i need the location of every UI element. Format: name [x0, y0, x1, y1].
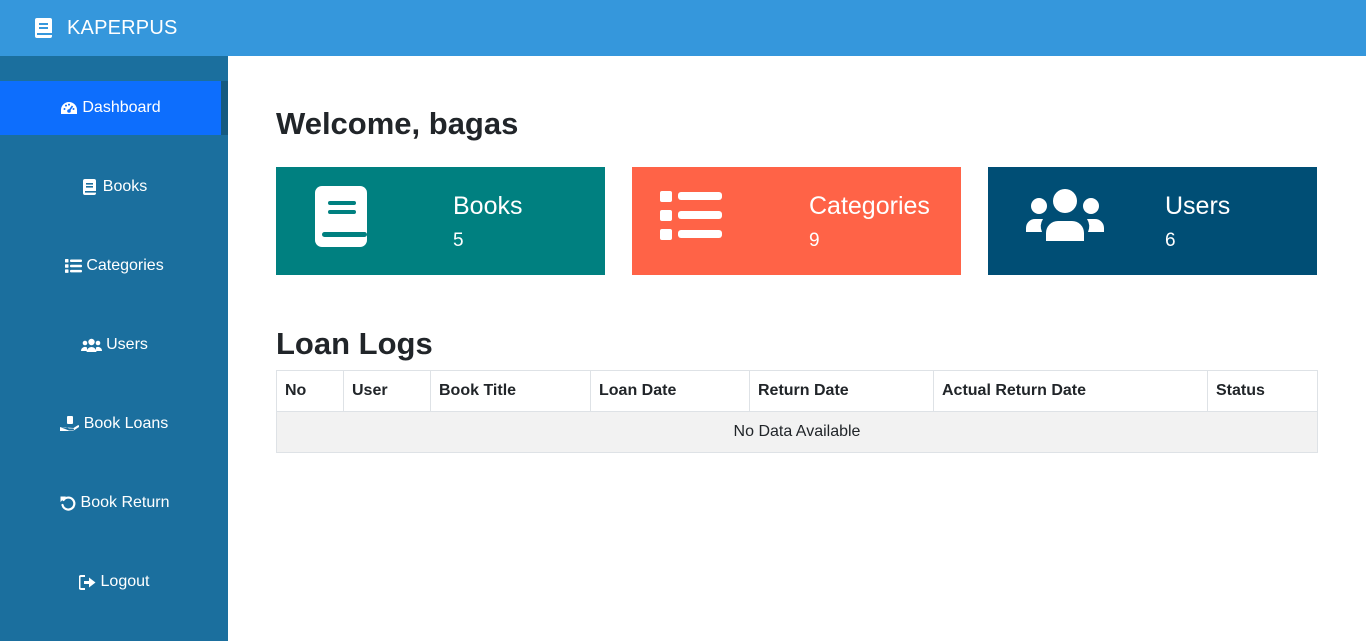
table-row: No Data Available [276, 411, 1318, 453]
sidebar-item-label: Book Loans [83, 415, 169, 432]
app-title[interactable]: KAPERPUS [67, 17, 178, 40]
sidebar: Dashboard Books Categories Users Book Lo… [0, 56, 228, 641]
card-title: Books [453, 192, 523, 220]
empty-table-message: No Data Available [276, 411, 1318, 453]
column-header: Status [1207, 370, 1318, 412]
sidebar-item-label: Dashboard [82, 99, 161, 116]
top-navbar: KAPERPUS [0, 0, 1366, 56]
loan-logs-table: No User Book Title Loan Date Return Date… [276, 370, 1318, 453]
card-title: Users [1165, 192, 1231, 220]
book-icon [302, 185, 382, 247]
sidebar-item-dashboard[interactable]: Dashboard [0, 81, 221, 135]
users-icon [1025, 185, 1105, 247]
sidebar-item-book-loans[interactable]: Book Loans [0, 397, 228, 451]
column-header: User [343, 370, 431, 412]
column-header: Loan Date [590, 370, 750, 412]
list-icon [651, 185, 731, 247]
sidebar-item-label: Users [106, 336, 148, 353]
page-title: Welcome, bagas [276, 106, 519, 141]
column-header: No [276, 370, 344, 412]
sidebar-item-books[interactable]: Books [0, 160, 228, 214]
active-indicator [221, 81, 228, 135]
column-header: Book Title [430, 370, 591, 412]
card-value: 9 [809, 230, 820, 251]
card-title: Categories [809, 192, 930, 220]
stat-card-books: Books 5 [276, 167, 605, 275]
section-title: Loan Logs [276, 326, 433, 361]
sidebar-item-categories[interactable]: Categories [0, 239, 228, 293]
column-header: Return Date [749, 370, 934, 412]
users-icon [80, 337, 102, 353]
stat-card-users: Users 6 [988, 167, 1317, 275]
logout-icon [79, 574, 97, 590]
list-icon [64, 258, 82, 274]
sidebar-item-label: Books [102, 178, 148, 195]
card-value: 5 [453, 230, 464, 251]
column-header: Actual Return Date [933, 370, 1208, 412]
hand-book-icon [60, 416, 80, 432]
sidebar-item-users[interactable]: Users [0, 318, 228, 372]
sidebar-item-label: Categories [86, 257, 164, 274]
book-icon [35, 18, 53, 38]
sidebar-item-label: Logout [100, 573, 150, 590]
stat-card-categories: Categories 9 [632, 167, 961, 275]
sidebar-item-book-return[interactable]: Book Return [0, 476, 228, 530]
book-icon [81, 179, 99, 195]
table-header-row: No User Book Title Loan Date Return Date… [276, 370, 1318, 412]
card-value: 6 [1165, 230, 1176, 251]
sidebar-item-label: Book Return [80, 494, 170, 511]
undo-icon [59, 495, 77, 511]
gauge-icon [60, 100, 78, 116]
sidebar-item-logout[interactable]: Logout [0, 555, 228, 609]
